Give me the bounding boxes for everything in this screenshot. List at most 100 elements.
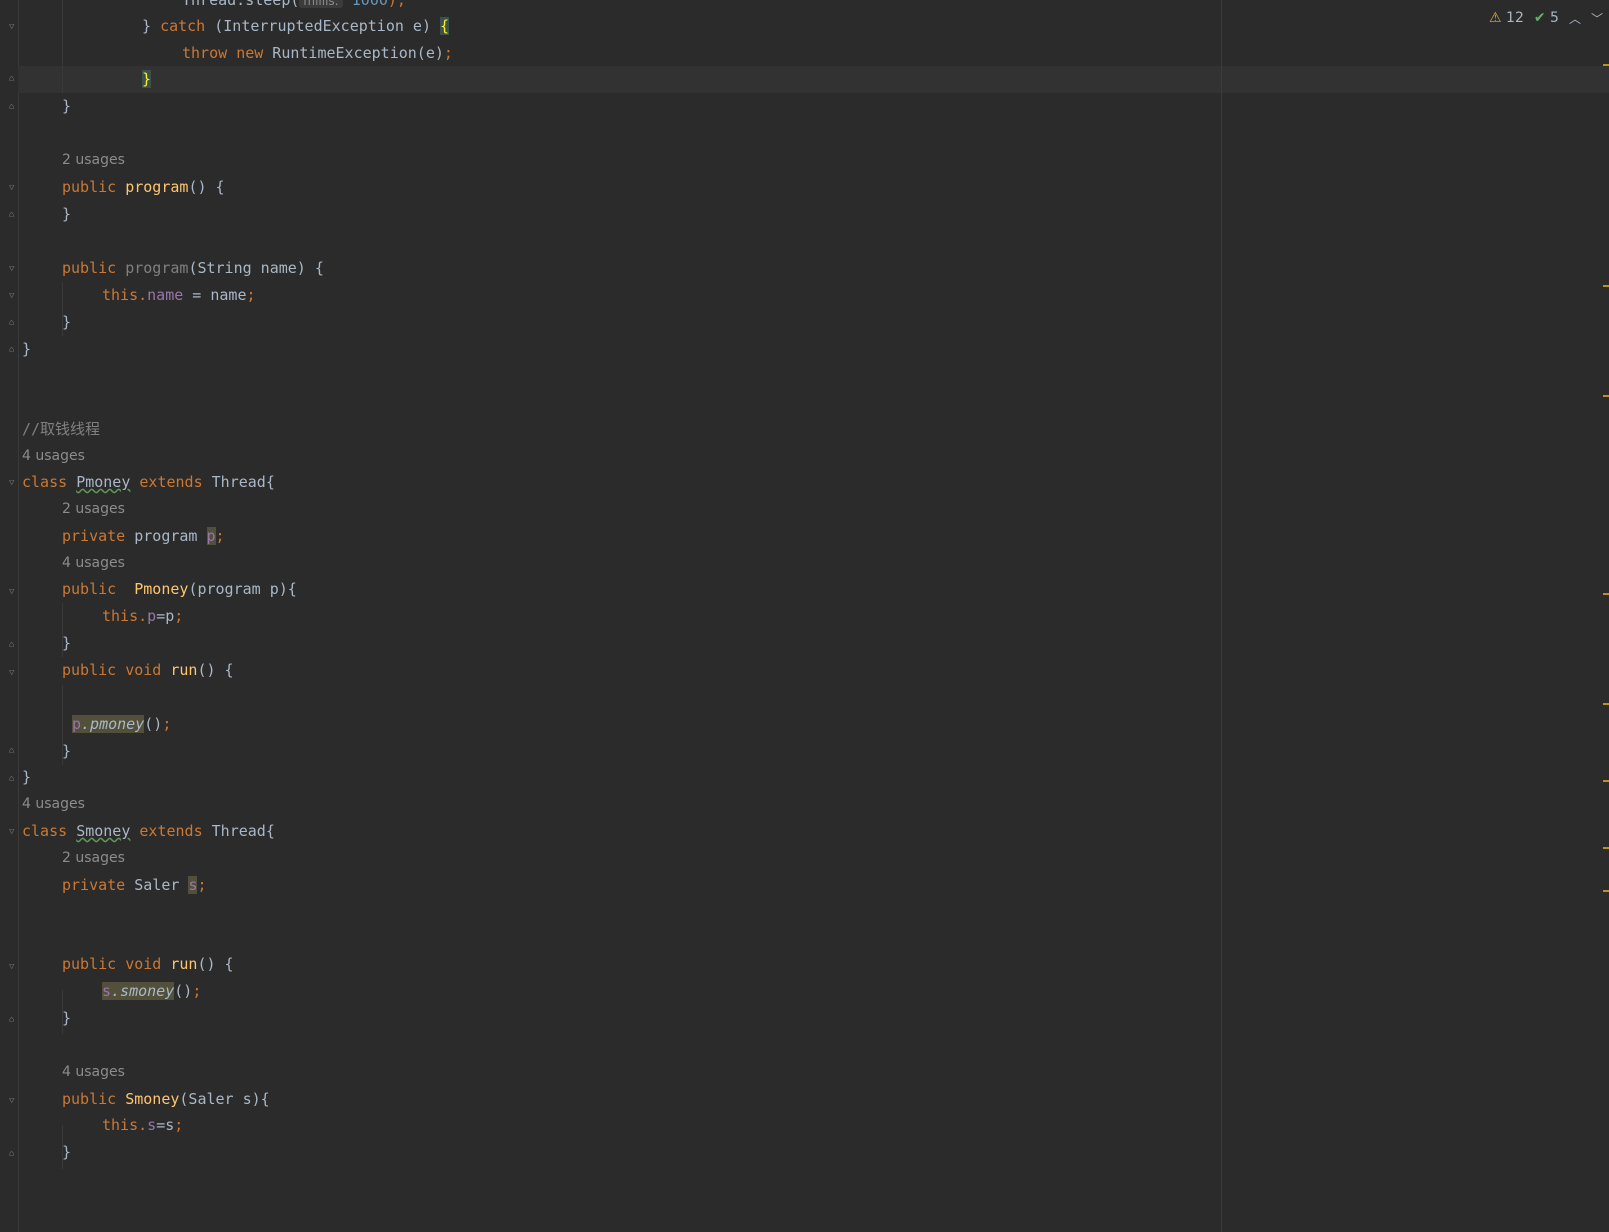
error-stripe-marker[interactable]	[1603, 285, 1609, 287]
error-stripe-marker[interactable]	[1603, 395, 1609, 397]
code-text: ;	[192, 982, 202, 1000]
chevron-up-icon[interactable]: ︿	[1569, 10, 1581, 27]
fold-marker-icon[interactable]: ▽	[9, 587, 19, 597]
warnings-indicator[interactable]: ⚠ 12	[1489, 10, 1524, 26]
ok-count: 5	[1550, 10, 1559, 26]
code-line[interactable]: }	[22, 336, 31, 363]
code-line[interactable]: public Pmoney(program p){	[62, 576, 297, 603]
code-line[interactable]: //取钱线程	[22, 416, 100, 443]
error-stripe-marker[interactable]	[1603, 890, 1609, 892]
code-text: (program p){	[188, 580, 297, 598]
fold-marker-icon[interactable]: ⌂	[9, 1149, 19, 1159]
code-keyword: new	[236, 44, 264, 62]
usages-label: 2 usages	[62, 850, 125, 866]
usages-hint[interactable]: 4 usages	[22, 791, 85, 818]
code-keyword: this	[102, 607, 139, 625]
chevron-down-icon[interactable]: ﹀	[1591, 10, 1603, 27]
usages-hint[interactable]: 2 usages	[62, 845, 125, 872]
code-line[interactable]: }	[62, 630, 71, 657]
fold-marker-icon[interactable]: ⌂	[9, 102, 19, 112]
code-line[interactable]: }	[22, 764, 31, 791]
fold-marker-icon[interactable]: ⌂	[9, 640, 19, 650]
code-comment: //取钱线程	[22, 420, 101, 438]
usages-hint[interactable]: 4 usages	[62, 550, 125, 577]
fold-marker-icon[interactable]: ⌂	[9, 774, 19, 784]
error-stripe-marker[interactable]	[1603, 593, 1609, 595]
code-keyword: extends	[139, 473, 203, 491]
fold-marker-icon[interactable]: ⌂	[9, 345, 19, 355]
code-line[interactable]: this.name = name;	[102, 282, 256, 309]
fold-marker-icon[interactable]: ▽	[9, 291, 19, 301]
fold-marker-icon[interactable]: ⌂	[9, 318, 19, 328]
inspection-widget[interactable]: ⚠ 12 ✔ 5 ︿ ﹀	[1489, 8, 1603, 28]
parameter-hint: millis:	[299, 0, 343, 8]
code-field: s	[102, 982, 112, 1000]
error-stripe-marker[interactable]	[1603, 703, 1609, 705]
usages-hint[interactable]: 4 usages	[62, 1059, 125, 1086]
code-line[interactable]: public Smoney(Saler s){	[62, 1086, 270, 1113]
code-text: ;	[215, 527, 225, 545]
code-line[interactable]: }	[142, 66, 152, 93]
code-line[interactable]: throw new RuntimeException(e);	[182, 40, 453, 67]
code-line[interactable]: p.pmoney();	[72, 711, 171, 738]
code-line[interactable]: } catch (InterruptedException e) {	[142, 13, 450, 40]
code-text: ;	[162, 715, 172, 733]
code-text: () {	[197, 661, 234, 679]
warnings-count: 12	[1506, 10, 1524, 26]
code-editor[interactable]: ▽ ⌂ ⌂ ▽ ⌂ ▽ ▽ ⌂ ⌂ ▽ ▽ ⌂ ▽ ⌂ ⌂ ▽ ▽ ⌂ ▽ ⌂ …	[0, 0, 1609, 1232]
fold-marker-icon[interactable]: ▽	[9, 827, 19, 837]
code-field: s	[147, 1116, 157, 1134]
ok-indicator[interactable]: ✔ 5	[1534, 10, 1559, 26]
code-line[interactable]: this.p=p;	[102, 603, 183, 630]
warning-triangle-icon: ⚠	[1489, 10, 1502, 26]
fold-marker-icon[interactable]: ⌂	[9, 746, 19, 756]
fold-marker-icon[interactable]: ▽	[9, 264, 19, 274]
code-line[interactable]: private Saler s;	[62, 872, 207, 899]
code-line[interactable]: public program() {	[62, 174, 225, 201]
code-line[interactable]: Thread.sleep(millis: 1000);	[182, 0, 406, 14]
code-line[interactable]: }	[62, 309, 71, 336]
error-stripe-marker[interactable]	[1603, 780, 1609, 782]
code-line[interactable]: class Pmoney extends Thread{	[22, 469, 275, 496]
code-line[interactable]: class Smoney extends Thread{	[22, 818, 275, 845]
code-text: .	[138, 286, 148, 304]
code-keyword: public	[62, 259, 117, 277]
fold-marker-icon[interactable]: ▽	[9, 962, 19, 972]
code-field: p	[147, 607, 157, 625]
fold-marker-icon[interactable]: ▽	[9, 22, 19, 32]
code-line[interactable]: }	[62, 201, 71, 228]
code-line[interactable]: }	[62, 1005, 71, 1032]
error-stripe-marker[interactable]	[1603, 64, 1609, 66]
code-keyword: public	[62, 1090, 117, 1108]
code-line[interactable]: s.smoney();	[102, 978, 201, 1005]
code-text: }	[62, 634, 72, 652]
fold-marker-icon[interactable]: ▽	[9, 668, 19, 678]
usages-hint[interactable]: 2 usages	[62, 147, 125, 174]
fold-marker-icon[interactable]: ⌂	[9, 74, 19, 84]
error-stripe-marker[interactable]	[1603, 847, 1609, 849]
code-line[interactable]: this.s=s;	[102, 1112, 183, 1139]
code-line[interactable]: public program(String name) {	[62, 255, 324, 282]
code-line[interactable]: public void run() {	[62, 657, 234, 684]
code-text: program	[125, 527, 207, 545]
code-line[interactable]: }	[62, 93, 71, 120]
fold-marker-icon[interactable]: ▽	[9, 1096, 19, 1106]
code-text: }	[22, 340, 32, 358]
code-keyword: class	[22, 473, 68, 491]
right-margin-guide	[1221, 0, 1222, 1232]
code-text: ()	[144, 715, 163, 733]
fold-marker-icon[interactable]: ⌂	[9, 210, 19, 220]
code-line[interactable]: }	[62, 738, 71, 765]
fold-marker-icon[interactable]: ⌂	[9, 1015, 19, 1025]
code-text: .	[138, 1116, 148, 1134]
code-line[interactable]: public void run() {	[62, 951, 234, 978]
code-function: Smoney	[125, 1090, 180, 1108]
code-line[interactable]: }	[62, 1139, 71, 1166]
code-text: =p	[156, 607, 175, 625]
code-method-call: .pmoney	[81, 715, 145, 733]
fold-marker-icon[interactable]: ▽	[9, 478, 19, 488]
usages-hint[interactable]: 2 usages	[62, 496, 125, 523]
fold-marker-icon[interactable]: ▽	[9, 183, 19, 193]
code-line[interactable]: private program p;	[62, 523, 225, 550]
usages-hint[interactable]: 4 usages	[22, 443, 85, 470]
